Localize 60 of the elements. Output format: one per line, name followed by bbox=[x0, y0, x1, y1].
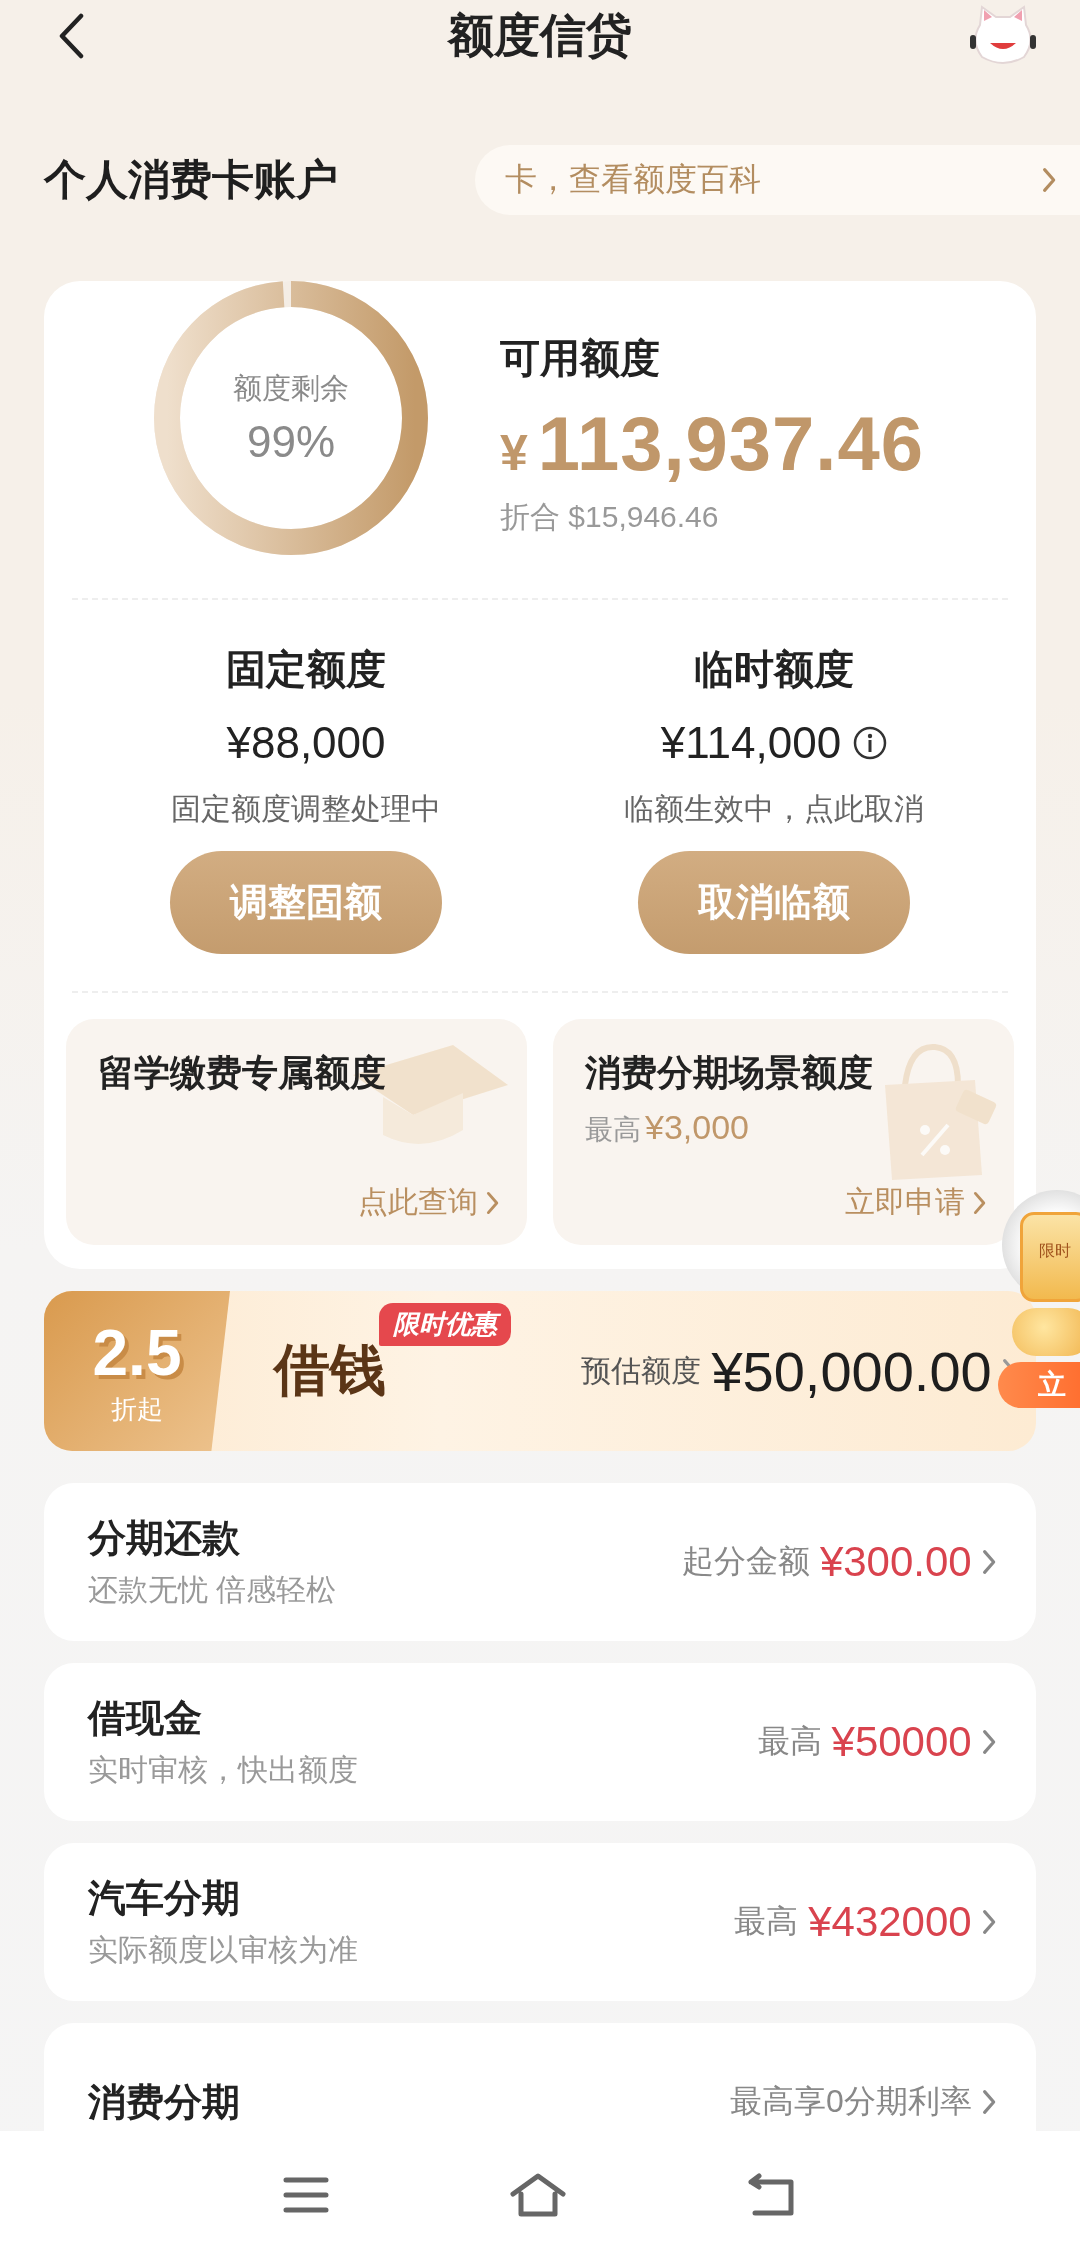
product-amount: ¥432000 bbox=[808, 1898, 972, 1946]
product-subtitle: 实际额度以审核为准 bbox=[88, 1932, 358, 1968]
currency-symbol: ¥ bbox=[500, 424, 528, 482]
cap-label: 最高 bbox=[585, 1113, 641, 1147]
section-title: 个人消费卡账户 bbox=[44, 155, 338, 205]
promo-card[interactable]: 限时 bbox=[1020, 1212, 1080, 1302]
chevron-icon bbox=[1041, 167, 1056, 193]
quota-card[interactable]: 消费分期场景额度 最高¥3,000 立即申请 bbox=[553, 1019, 1014, 1245]
home-icon[interactable] bbox=[509, 2171, 567, 2218]
available-amount: 113,937.46 bbox=[537, 400, 924, 487]
ring-value: 99% bbox=[246, 417, 336, 467]
coins-icon bbox=[1012, 1308, 1080, 1356]
product-row[interactable]: 借现金 实时审核，快出额度 最高 ¥50000 bbox=[44, 1663, 1036, 1821]
product-label: 起分金额 bbox=[681, 1542, 810, 1581]
quota-card[interactable]: 留学缴费专属额度 点此查询 bbox=[66, 1019, 527, 1245]
product-row[interactable]: 汽车分期 实际额度以审核为准 最高 ¥432000 bbox=[44, 1843, 1036, 2001]
product-title: 借现金 bbox=[88, 1696, 203, 1741]
chevron-icon bbox=[981, 1909, 996, 1935]
quota-title: 留学缴费专属额度 bbox=[98, 1051, 387, 1095]
cap-amount: ¥3,000 bbox=[645, 1108, 749, 1147]
chevron-icon bbox=[981, 1549, 996, 1575]
notice-text: 卡，查看额度百科 bbox=[505, 160, 761, 199]
product-amount: ¥300.00 bbox=[819, 1538, 972, 1586]
product-title: 分期还款 bbox=[88, 1516, 241, 1561]
mascot-icon[interactable] bbox=[968, 5, 1038, 67]
chevron-icon bbox=[485, 1190, 499, 1215]
ring-label: 额度剩余 bbox=[233, 371, 349, 406]
promo-tag: 限时优惠 bbox=[379, 1303, 511, 1346]
back-icon[interactable] bbox=[58, 13, 84, 59]
info-icon[interactable] bbox=[853, 726, 888, 760]
product-amount: ¥50000 bbox=[831, 1718, 972, 1766]
chevron-icon bbox=[981, 2089, 996, 2115]
converted-amount: 折合 $15,946.46 bbox=[500, 499, 720, 535]
product-title: 汽车分期 bbox=[88, 1876, 241, 1921]
chevron-icon bbox=[972, 1190, 986, 1215]
product-subtitle: 还款无忧 倍感轻松 bbox=[88, 1572, 337, 1608]
product-row[interactable]: 消费分期 最高享0分期利率 bbox=[44, 2023, 1036, 2131]
limit-title: 固定额度 bbox=[226, 646, 386, 693]
estimate-amount: ¥50,000.00 bbox=[711, 1338, 992, 1404]
product-title: 消费分期 bbox=[88, 2079, 240, 2125]
limit-status: 固定额度调整处理中 bbox=[171, 791, 441, 827]
quota-title: 消费分期场景额度 bbox=[585, 1051, 874, 1095]
product-label: 最高 bbox=[757, 1722, 822, 1761]
limit-amount: ¥88,000 bbox=[226, 717, 386, 769]
discount-value: 2.5 bbox=[92, 1315, 182, 1390]
limit-title: 临时额度 bbox=[694, 646, 854, 693]
chevron-icon bbox=[981, 1729, 996, 1755]
limit-amount: ¥114,000 bbox=[660, 717, 842, 769]
back-nav-icon[interactable] bbox=[747, 2172, 797, 2217]
discount-unit: 折起 bbox=[111, 1392, 163, 1426]
product-row[interactable]: 分期还款 还款无忧 倍感轻松 起分金额 ¥300.00 bbox=[44, 1483, 1036, 1641]
product-label: 最高 bbox=[734, 1902, 799, 1941]
promo-card-tag: 限时 bbox=[1039, 1241, 1071, 1299]
limit-status: 临额生效中，点此取消 bbox=[624, 791, 924, 827]
menu-icon[interactable] bbox=[283, 2175, 329, 2214]
estimate-label: 预估额度 bbox=[581, 1352, 702, 1389]
product-subtitle: 实时审核，快出额度 bbox=[88, 1752, 358, 1788]
product-label: 最高享0分期利率 bbox=[729, 2082, 972, 2121]
page-title: 额度信贷 bbox=[446, 8, 633, 63]
available-label: 可用额度 bbox=[500, 335, 661, 382]
